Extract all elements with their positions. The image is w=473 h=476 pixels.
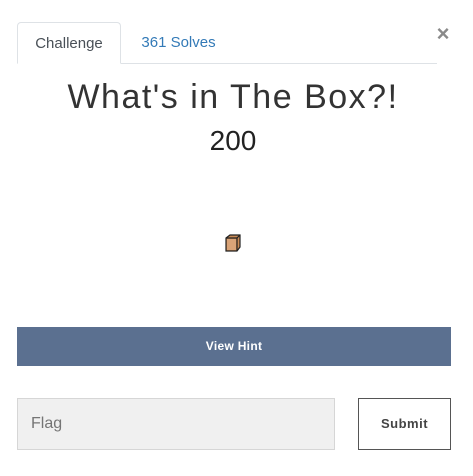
tab-solves[interactable]: 361 Solves [121, 22, 236, 63]
box-icon[interactable] [224, 234, 242, 252]
tab-challenge[interactable]: Challenge [17, 22, 121, 64]
challenge-title: What's in The Box?! [67, 78, 399, 116]
close-icon[interactable]: × [432, 22, 454, 46]
tab-bar: Challenge 361 Solves [17, 22, 437, 64]
challenge-modal: Challenge 361 Solves × What's in The Box… [0, 0, 473, 476]
view-hint-button[interactable]: View Hint [17, 327, 451, 366]
submit-button[interactable]: Submit [358, 398, 451, 450]
challenge-points: 200 [209, 125, 257, 156]
flag-input[interactable] [17, 398, 335, 450]
